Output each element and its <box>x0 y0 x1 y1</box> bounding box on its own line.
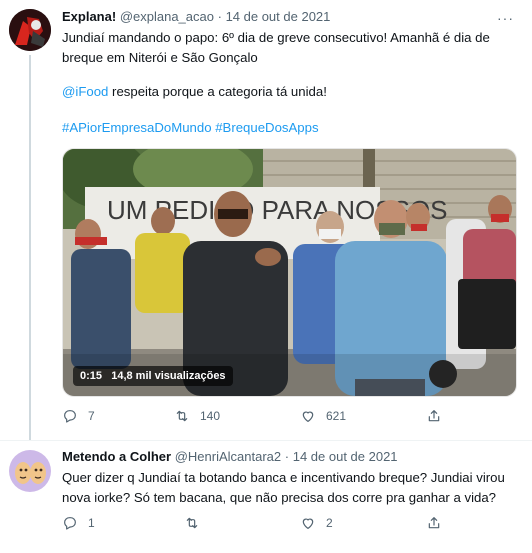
video-player[interactable]: UM PEDIDO PARA NOSSOS 0:15 14,8 mil visu… <box>62 148 517 397</box>
tweet-actions: 7 140 621 <box>62 408 482 428</box>
like-count: 621 <box>326 409 347 423</box>
reply-icon <box>64 410 76 423</box>
avatar-explana-image <box>9 9 51 51</box>
tweet-header: Explana! @explana_acao · 14 de out de 20… <box>62 9 330 25</box>
more-options-icon[interactable]: ··· <box>497 10 514 26</box>
reply-button[interactable]: 1 <box>62 515 95 531</box>
share-icon <box>428 517 440 529</box>
thread-line <box>29 55 31 440</box>
reply-count: 1 <box>88 516 95 530</box>
hashtag-links[interactable]: #APiorEmpresaDoMundo #BrequeDosApps <box>62 120 319 135</box>
tweet-explana[interactable]: Explana! @explana_acao · 14 de out de 20… <box>0 0 532 440</box>
retweet-icon <box>186 517 198 529</box>
avatar-metendo-a-colher-image <box>9 450 51 492</box>
avatar-explana[interactable] <box>9 9 51 51</box>
retweet-button[interactable] <box>184 515 210 531</box>
video-frame: UM PEDIDO PARA NOSSOS <box>63 149 516 396</box>
handle[interactable]: @explana_acao <box>120 9 214 24</box>
like-count: 2 <box>326 516 333 530</box>
share-button[interactable] <box>426 515 452 531</box>
display-name[interactable]: Metendo a Colher <box>62 449 171 464</box>
tweet-text: Quer dizer q Jundiaí ta botando banca e … <box>62 468 517 508</box>
separator: · <box>284 449 290 464</box>
reply-count: 7 <box>88 409 95 423</box>
timestamp[interactable]: 14 de out de 2021 <box>293 449 398 464</box>
tweet-text-mention-line: @iFood respeita porque a categoria tá un… <box>62 82 517 102</box>
retweet-count: 140 <box>200 409 221 423</box>
tweet-text-line: Jundiaí mandando o papo: 6º dia de greve… <box>62 30 490 45</box>
tweet-text-line: Quer dizer q Jundiaí ta botando banca e … <box>62 470 505 485</box>
video-stats-badge: 0:15 14,8 mil visualizações <box>73 366 233 386</box>
like-button[interactable]: 621 <box>300 408 346 424</box>
retweet-button[interactable]: 140 <box>174 408 220 424</box>
display-name[interactable]: Explana! <box>62 9 116 24</box>
mention-link[interactable]: @iFood <box>62 84 108 99</box>
handle[interactable]: @HenriAlcantara2 <box>175 449 281 464</box>
tweet-text-rest: respeita porque a categoria tá unida! <box>108 84 327 99</box>
retweet-icon <box>176 410 188 422</box>
video-time: 0:15 <box>80 370 103 382</box>
heart-icon <box>302 411 314 422</box>
tweet-text-line: breque em Niterói e São Gonçalo <box>62 50 258 65</box>
reply-button[interactable]: 7 <box>62 408 95 424</box>
tweet-text-line: nova iorke? Só tem bacana, que não preci… <box>62 490 496 505</box>
tweet-text: Jundiaí mandando o papo: 6º dia de greve… <box>62 28 517 68</box>
avatar-metendo-a-colher[interactable] <box>9 450 51 492</box>
tweet-header: Metendo a Colher @HenriAlcantara2 · 14 d… <box>62 449 398 465</box>
share-button[interactable] <box>426 408 452 424</box>
like-button[interactable]: 2 <box>300 515 333 531</box>
reply-icon <box>64 517 76 530</box>
video-views: 14,8 mil visualizações <box>111 370 226 382</box>
timestamp[interactable]: 14 de out de 2021 <box>226 9 331 24</box>
hashtags-line: #APiorEmpresaDoMundo #BrequeDosApps <box>62 118 517 138</box>
separator: · <box>217 9 222 24</box>
share-icon <box>428 410 440 422</box>
tweet-actions: 1 2 <box>62 515 482 535</box>
heart-icon <box>302 518 314 529</box>
tweet-metendo-a-colher[interactable]: Metendo a Colher @HenriAlcantara2 · 14 d… <box>0 440 532 553</box>
